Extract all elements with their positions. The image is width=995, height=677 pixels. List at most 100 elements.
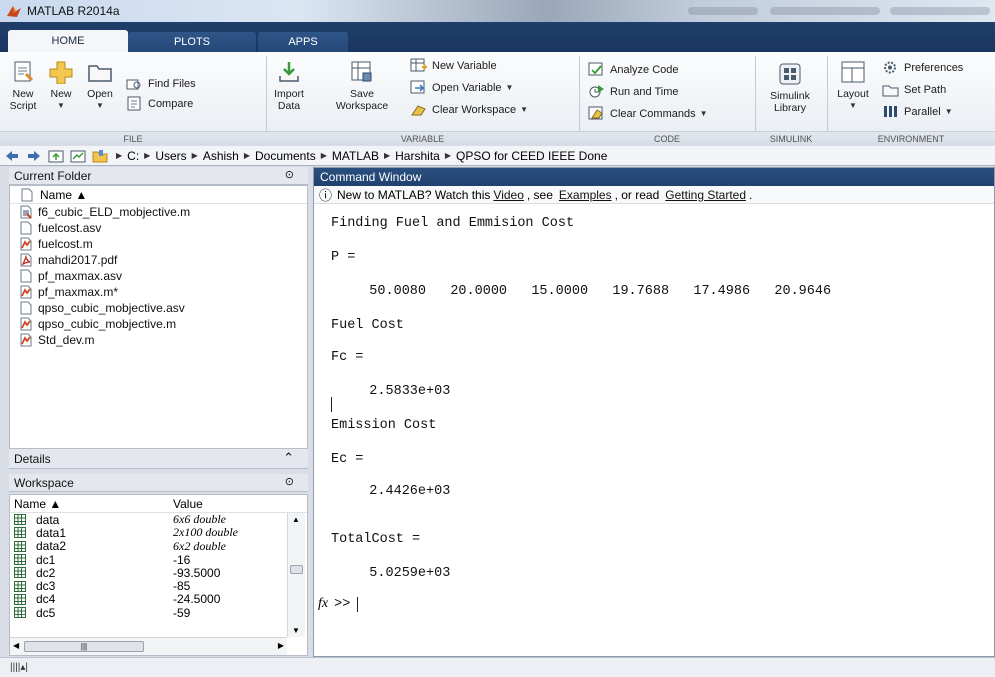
output-line: Fc = bbox=[331, 350, 364, 365]
workspace-header[interactable]: Workspace ⊙ bbox=[9, 474, 308, 492]
workspace-variable-row[interactable]: data 6x6 double bbox=[10, 512, 307, 527]
file-list-item[interactable]: pf_maxmax.m* bbox=[10, 284, 307, 300]
ws-name-column-header[interactable]: Name ▲ bbox=[10, 497, 173, 511]
compare-button[interactable]: Compare bbox=[126, 96, 193, 111]
workspace-variable-row[interactable]: dc1 -16 bbox=[10, 553, 307, 567]
analyze-code-button[interactable]: Analyze Code bbox=[588, 62, 679, 77]
breadcrumb-qpso-folder[interactable]: QPSO for CEED IEEE Done bbox=[456, 149, 607, 163]
status-bar: ||||▴| bbox=[0, 657, 995, 677]
breadcrumb-ashish[interactable]: Ashish bbox=[203, 149, 239, 163]
scroll-left-arrow-icon[interactable]: ◀ bbox=[13, 641, 19, 650]
current-folder-title: Current Folder bbox=[14, 168, 92, 183]
layout-button[interactable]: Layout ▼ bbox=[831, 60, 875, 112]
command-prompt[interactable]: fx >> bbox=[318, 596, 359, 612]
scrollbar-thumb[interactable]: ||| bbox=[24, 641, 144, 652]
file-rows: f6_cubic_ELD_mobjective.m fuelcost.asv fue… bbox=[10, 204, 307, 348]
save-workspace-button[interactable]: Save Workspace bbox=[326, 60, 398, 112]
file-list-item[interactable]: qpso_cubic_mobjective.asv bbox=[10, 300, 307, 316]
getting-started-link[interactable]: Getting Started bbox=[665, 188, 746, 202]
tab-apps[interactable]: APPS bbox=[258, 32, 348, 52]
breadcrumb-documents[interactable]: Documents bbox=[255, 149, 316, 163]
output-line: TotalCost = bbox=[331, 532, 421, 547]
file-list-item[interactable]: qpso_cubic_mobjective.m bbox=[10, 316, 307, 332]
breadcrumb-harshita[interactable]: Harshita bbox=[395, 149, 440, 163]
scroll-up-arrow-icon[interactable]: ▲ bbox=[292, 515, 300, 524]
clear-workspace-button[interactable]: Clear Workspace ▼ bbox=[410, 102, 528, 117]
file-list-item[interactable]: f6_cubic_ELD_mobjective.m bbox=[10, 204, 307, 220]
run-and-time-button[interactable]: Run and Time bbox=[588, 84, 678, 99]
vertical-scrollbar[interactable]: ▲ ▼ bbox=[287, 513, 305, 637]
open-variable-button[interactable]: Open Variable ▼ bbox=[410, 80, 513, 95]
run-and-time-icon bbox=[589, 85, 604, 98]
file-list-item[interactable]: mahdi2017.pdf bbox=[10, 252, 307, 268]
function-file-icon bbox=[19, 285, 33, 299]
details-header[interactable]: Details ⌃ bbox=[9, 449, 308, 469]
scrollbar-thumb[interactable] bbox=[290, 565, 303, 574]
find-files-button[interactable]: Find Files bbox=[126, 76, 196, 91]
horizontal-scrollbar[interactable]: ◀ ||| ▶ bbox=[10, 637, 287, 655]
new-variable-button[interactable]: New Variable bbox=[410, 58, 497, 73]
breadcrumb-matlab[interactable]: MATLAB bbox=[332, 149, 379, 163]
breadcrumb-separator-icon: ▶ bbox=[383, 151, 391, 160]
file-list-item[interactable]: fuelcost.asv bbox=[10, 220, 307, 236]
workspace-variable-row[interactable]: dc4 -24.5000 bbox=[10, 592, 307, 606]
variable-name: data1 bbox=[36, 525, 67, 540]
breadcrumb-users[interactable]: Users bbox=[155, 149, 186, 163]
file-list-item[interactable]: fuelcost.m bbox=[10, 236, 307, 252]
name-column-header[interactable]: Name ▲ bbox=[10, 186, 307, 204]
panel-menu-icon[interactable]: ⊙ bbox=[285, 475, 294, 488]
output-line: Finding Fuel and Emmision Cost bbox=[331, 216, 575, 231]
matrix-variable-icon bbox=[14, 540, 26, 552]
simulink-library-button[interactable]: Simulink Library bbox=[760, 62, 820, 114]
new-button[interactable]: New ▼ bbox=[45, 60, 77, 112]
workspace-variable-row[interactable]: data2 6x2 double bbox=[10, 539, 307, 553]
function-file-icon bbox=[19, 333, 33, 347]
file-list-item[interactable]: pf_maxmax.asv bbox=[10, 268, 307, 284]
browse-folder-icon[interactable] bbox=[70, 149, 86, 163]
up-folder-icon[interactable] bbox=[48, 149, 64, 163]
blank-file-icon bbox=[21, 188, 33, 201]
command-window-header[interactable]: Command Window bbox=[314, 168, 994, 186]
file-list-item[interactable]: Std_dev.m bbox=[10, 332, 307, 348]
tab-home[interactable]: HOME bbox=[8, 30, 128, 52]
file-name: f6_cubic_ELD_mobjective.m bbox=[38, 205, 191, 219]
open-button[interactable]: Open ▼ bbox=[82, 60, 118, 112]
panel-menu-icon[interactable]: ⊙ bbox=[285, 168, 294, 181]
workspace-variable-row[interactable]: dc2 -93.5000 bbox=[10, 565, 307, 580]
prompt-cursor bbox=[357, 596, 359, 612]
forward-arrow-icon[interactable] bbox=[26, 149, 42, 163]
ws-value-column-header[interactable]: Value bbox=[173, 497, 203, 511]
folder-icon bbox=[88, 65, 112, 82]
scroll-down-arrow-icon[interactable]: ▼ bbox=[292, 626, 300, 635]
compare-icon bbox=[127, 96, 141, 111]
function-browser-icon[interactable]: fx bbox=[318, 596, 328, 612]
back-arrow-icon[interactable] bbox=[4, 149, 20, 163]
breadcrumb-separator-icon: ▶ bbox=[243, 151, 250, 160]
workspace-variable-row[interactable]: data1 2x100 double bbox=[10, 525, 307, 540]
matrix-variable-icon bbox=[14, 554, 26, 566]
variable-name: dc5 bbox=[36, 605, 56, 620]
video-link[interactable]: Video bbox=[493, 188, 523, 202]
set-path-button[interactable]: Set Path bbox=[882, 82, 946, 97]
new-script-button[interactable]: New Script bbox=[6, 60, 40, 112]
examples-link[interactable]: Examples bbox=[559, 188, 612, 202]
chevron-up-icon[interactable]: ⌃ bbox=[283, 450, 294, 466]
import-data-button[interactable]: Import Data bbox=[270, 60, 308, 112]
variable-name-cell: data2 bbox=[10, 539, 173, 553]
command-window[interactable]: Command Window ⓘ New to MATLAB? Watch th… bbox=[313, 167, 995, 657]
breadcrumb-c-drive[interactable]: C: bbox=[127, 149, 139, 163]
parallel-button[interactable]: Parallel ▼ bbox=[882, 104, 953, 119]
variable-value: -93.5000 bbox=[173, 565, 221, 580]
workspace-variable-row[interactable]: dc3 -85 bbox=[10, 579, 307, 593]
tab-plots[interactable]: PLOTS bbox=[128, 32, 256, 52]
open-variable-icon bbox=[410, 80, 425, 94]
variable-name: data bbox=[36, 512, 60, 527]
matrix-variable-icon bbox=[14, 580, 26, 592]
chevron-down-icon: ▼ bbox=[520, 105, 529, 114]
workspace-variable-row[interactable]: dc5 -59 bbox=[10, 605, 307, 620]
import-data-icon bbox=[279, 62, 299, 82]
clear-commands-button[interactable]: Clear Commands ▼ bbox=[588, 106, 708, 121]
current-folder-header[interactable]: Current Folder ⊙ bbox=[9, 167, 308, 185]
scroll-right-arrow-icon[interactable]: ▶ bbox=[278, 641, 284, 650]
preferences-button[interactable]: Preferences bbox=[882, 60, 963, 75]
